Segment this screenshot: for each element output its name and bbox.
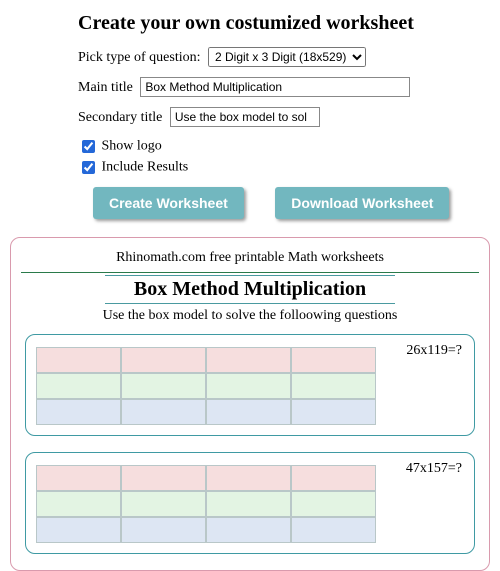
question-type-select[interactable]: 2 Digit x 3 Digit (18x529) xyxy=(208,47,366,67)
grid-cell xyxy=(206,465,291,491)
button-row: Create Worksheet Download Worksheet xyxy=(93,187,492,219)
brand-text: Rhinomath.com free printable Math worksh… xyxy=(21,248,479,270)
grid-cell xyxy=(291,465,376,491)
grid-cell xyxy=(291,373,376,399)
main-title-input[interactable] xyxy=(140,77,410,97)
grid-cell xyxy=(36,491,121,517)
question-card: 26x119=? xyxy=(25,334,475,436)
include-results-row: Include Results xyxy=(78,158,492,177)
question-prompt: 26x119=? xyxy=(406,343,462,359)
grid-cell xyxy=(121,373,206,399)
secondary-title-input[interactable] xyxy=(170,107,320,127)
grid-cell xyxy=(206,347,291,373)
worksheet-subtitle: Use the box model to solve the folloowin… xyxy=(21,308,479,324)
secondary-title-label: Secondary title xyxy=(78,110,162,125)
grid-cell xyxy=(121,347,206,373)
grid-cell xyxy=(206,373,291,399)
grid-cell xyxy=(206,399,291,425)
show-logo-label: Show logo xyxy=(102,139,162,154)
grid-cell xyxy=(291,491,376,517)
grid-cell xyxy=(206,491,291,517)
grid-cell xyxy=(121,465,206,491)
question-card: 47x157=? xyxy=(25,452,475,554)
page-heading: Create your own costumized worksheet xyxy=(78,12,492,35)
create-worksheet-button[interactable]: Create Worksheet xyxy=(93,187,244,219)
grid-cell xyxy=(291,517,376,543)
grid-cell xyxy=(121,517,206,543)
grid-cell xyxy=(206,517,291,543)
worksheet-title: Box Method Multiplication xyxy=(21,278,479,301)
question-type-row: Pick type of question: 2 Digit x 3 Digit… xyxy=(78,47,492,67)
show-logo-row: Show logo xyxy=(78,137,492,156)
box-grid xyxy=(36,465,376,543)
worksheet-preview: Rhinomath.com free printable Math worksh… xyxy=(10,237,490,571)
download-worksheet-button[interactable]: Download Worksheet xyxy=(275,187,449,219)
include-results-checkbox[interactable] xyxy=(82,161,95,174)
grid-cell xyxy=(121,399,206,425)
show-logo-checkbox[interactable] xyxy=(82,140,95,153)
grid-cell xyxy=(36,399,121,425)
main-title-label: Main title xyxy=(78,80,133,95)
question-prompt: 47x157=? xyxy=(406,461,462,477)
grid-cell xyxy=(36,465,121,491)
divider-teal-bottom xyxy=(105,303,395,304)
secondary-title-row: Secondary title xyxy=(78,107,492,127)
grid-cell xyxy=(121,491,206,517)
grid-cell xyxy=(291,399,376,425)
question-type-label: Pick type of question: xyxy=(78,50,201,65)
divider-teal-top xyxy=(105,275,395,276)
main-title-row: Main title xyxy=(78,77,492,97)
include-results-label: Include Results xyxy=(102,160,189,175)
grid-cell xyxy=(291,347,376,373)
grid-cell xyxy=(36,517,121,543)
grid-cell xyxy=(36,347,121,373)
grid-cell xyxy=(36,373,121,399)
box-grid xyxy=(36,347,376,425)
divider-green xyxy=(21,272,479,273)
